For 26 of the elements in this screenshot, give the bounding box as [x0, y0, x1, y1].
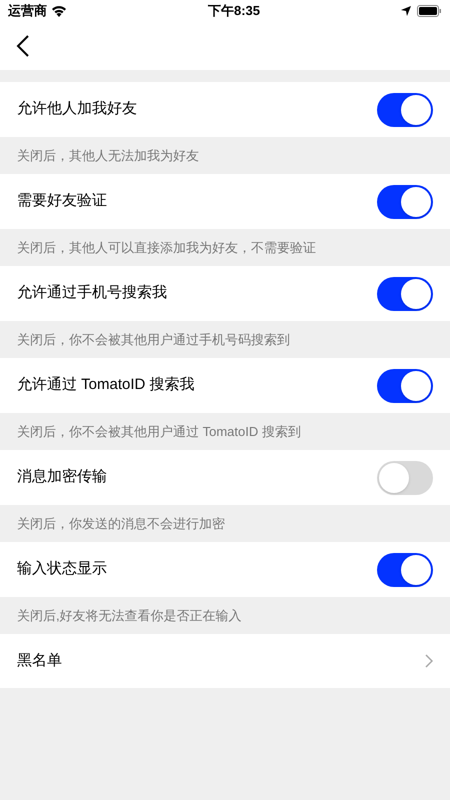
- setting-description: 关闭后，其他人可以直接添加我为好友，不需要验证: [17, 238, 316, 257]
- setting-label: 允许通过手机号搜索我: [17, 283, 167, 304]
- toggle-switch[interactable]: [377, 368, 433, 402]
- location-icon: [401, 6, 411, 16]
- setting-description: 关闭后，你不会被其他用户通过 TomatoID 搜索到: [17, 422, 301, 441]
- setting-label: 需要好友验证: [17, 191, 107, 212]
- setting-description: 关闭后,好友将无法查看你是否正在输入: [17, 606, 242, 625]
- toggle-switch[interactable]: [377, 92, 433, 126]
- toggle-switch[interactable]: [377, 184, 433, 218]
- setting-label: 允许他人加我好友: [17, 99, 137, 120]
- battery-icon: [417, 5, 442, 17]
- setting-description: 关闭后，你发送的消息不会进行加密: [17, 514, 225, 533]
- toggle-switch[interactable]: [377, 552, 433, 586]
- chevron-icon: [425, 654, 433, 668]
- setting-description: 关闭后，其他人无法加我为好友: [17, 146, 199, 165]
- wifi-icon: [51, 5, 67, 17]
- blacklist-label: 黑名单: [17, 650, 62, 671]
- carrier: 运营商: [8, 2, 47, 20]
- clock: 下午8:35: [208, 2, 260, 20]
- blacklist-item[interactable]: 黑名单: [0, 634, 450, 688]
- toggle-switch[interactable]: [377, 460, 433, 494]
- toggle-switch[interactable]: [377, 276, 433, 310]
- setting-label: 消息加密传输: [17, 467, 107, 488]
- setting-label: 输入状态显示: [17, 559, 107, 580]
- setting-label: 允许通过 TomatoID 搜索我: [17, 375, 195, 396]
- setting-description: 关闭后，你不会被其他用户通过手机号码搜索到: [17, 330, 290, 349]
